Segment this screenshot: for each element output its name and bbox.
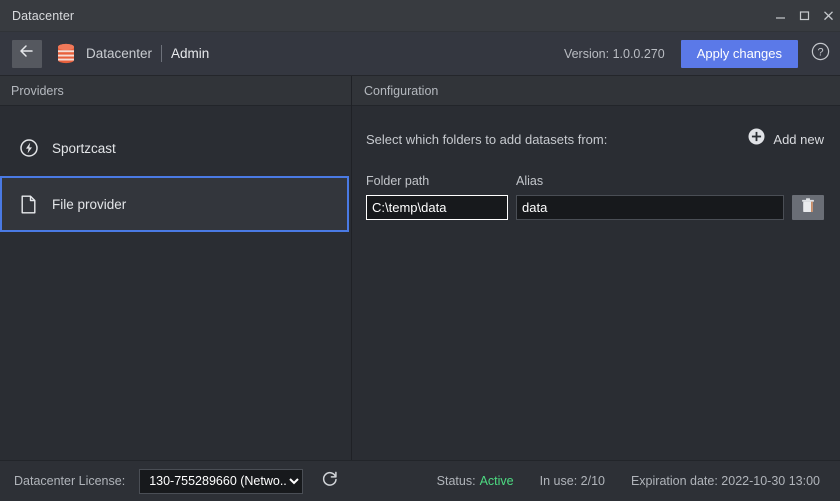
apply-changes-button[interactable]: Apply changes [680,39,798,68]
arrow-left-icon [19,44,35,63]
status-value: Active [479,474,514,488]
question-mark-circle-icon: ? [811,42,830,66]
window-controls [768,0,840,32]
version-label: Version: 1.0.0.270 [563,46,665,61]
title-bar: Datacenter [0,0,840,32]
folder-path-label: Folder path [366,174,430,188]
status-label: Status: [436,474,476,488]
provider-item-file-provider[interactable]: File provider [0,176,349,232]
add-new-label: Add new [773,131,824,147]
provider-label: File provider [52,196,127,212]
license-status-group: Status: Active In use: 2/10 Expiration d… [437,474,826,488]
provider-item-sportzcast[interactable]: Sportzcast [0,120,349,176]
trash-icon [800,197,816,219]
alias-label: Alias [516,174,544,188]
datacenter-admin-window: Datacenter Datacenter Admin Version: 1.0… [0,0,840,501]
configuration-panel-title: Configuration [352,76,840,106]
providers-list: Sportzcast File provider [0,106,351,460]
database-icon [56,43,76,65]
configuration-hint: Select which folders to add datasets fro… [366,131,608,147]
breadcrumb-separator [161,45,163,62]
delete-row-button[interactable] [792,195,824,220]
folder-path-input[interactable] [366,195,508,220]
folder-row [366,195,824,220]
alias-input[interactable] [516,195,784,220]
providers-panel: Providers Sportzcast File provider [0,76,352,460]
back-button[interactable] [12,39,42,68]
window-title: Datacenter [12,8,75,23]
add-new-button[interactable]: Add new [748,128,824,150]
refresh-icon [321,470,339,493]
refresh-license-button[interactable] [319,470,341,492]
status-bar: Datacenter License: 130-755289660 (Netwo… [0,460,840,501]
providers-panel-title: Providers [0,76,351,106]
in-use-label: In use: 2/10 [539,474,605,488]
lightning-bolt-circle-icon [18,139,40,157]
field-labels-row: Folder path Alias [366,174,824,188]
configuration-hint-row: Select which folders to add datasets fro… [366,128,824,150]
breadcrumb: Datacenter Admin [86,45,209,62]
breadcrumb-app[interactable]: Datacenter [86,46,152,61]
configuration-panel: Configuration Select which folders to ad… [352,76,840,460]
maximize-button[interactable] [792,0,816,32]
close-button[interactable] [816,0,840,32]
help-button[interactable]: ? [810,42,830,66]
license-label: Datacenter License: [14,474,126,488]
app-toolbar: Datacenter Admin Version: 1.0.0.270 Appl… [0,32,840,76]
main-body: Providers Sportzcast File provider Confi… [0,76,840,460]
minimize-button[interactable] [768,0,792,32]
configuration-body: Select which folders to add datasets fro… [352,106,840,460]
license-select[interactable]: 130-755289660 (Netwo... [139,468,304,494]
status-badge: Status: Active [437,474,514,488]
provider-label: Sportzcast [52,140,116,156]
svg-text:?: ? [817,46,823,58]
breadcrumb-page: Admin [171,46,210,61]
plus-circle-icon [748,128,765,150]
file-document-icon [18,195,40,214]
expiration-label: Expiration date: 2022-10-30 13:00 [630,474,820,488]
